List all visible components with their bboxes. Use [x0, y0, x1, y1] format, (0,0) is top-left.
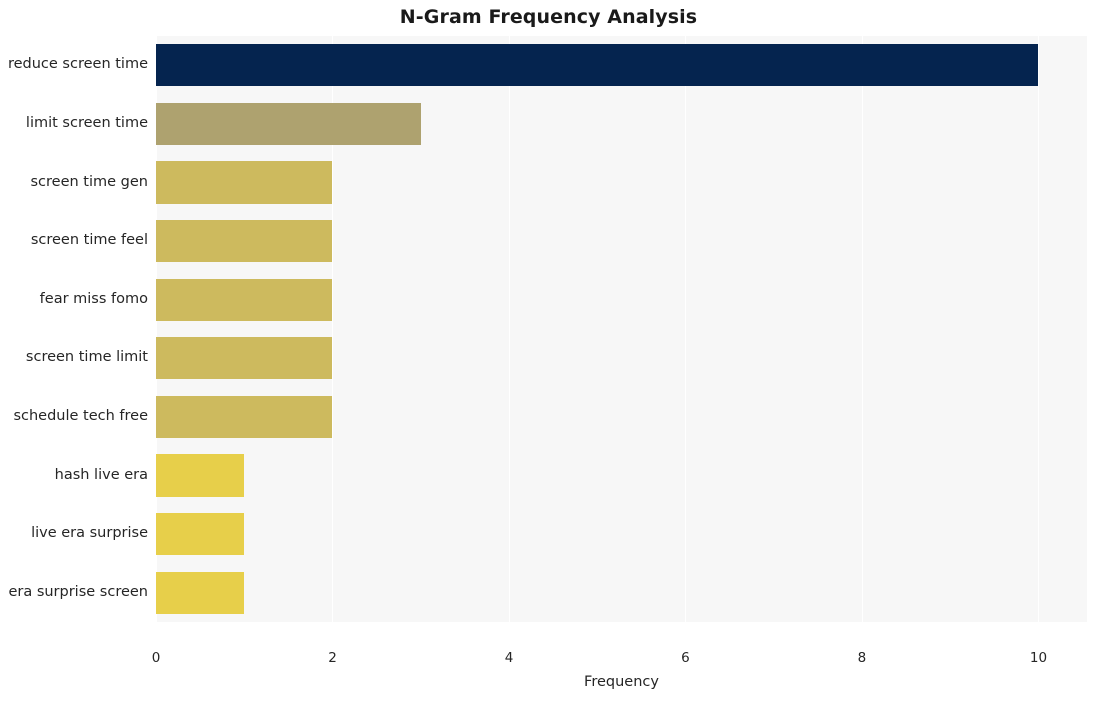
y-axis-tick-label: reduce screen time: [7, 56, 148, 73]
y-axis-tick-label: hash live era: [54, 466, 148, 483]
bar-row: [156, 513, 1087, 556]
bar-row: [156, 220, 1087, 263]
bar-row: [156, 337, 1087, 380]
chart-title: N-Gram Frequency Analysis: [399, 6, 698, 28]
y-axis-tick-label: screen time feel: [30, 232, 148, 249]
y-axis-tick-label: screen time gen: [30, 173, 149, 190]
bar-row: [156, 571, 1087, 614]
bar: [156, 454, 245, 497]
y-axis-tick-label: limit screen time: [25, 114, 148, 131]
bar: [156, 395, 333, 438]
bar-row: [156, 44, 1087, 87]
bar-row: [156, 454, 1087, 497]
y-axis-tick-label: fear miss fomo: [39, 290, 148, 307]
bar: [156, 161, 333, 204]
bar-row: [156, 102, 1087, 145]
bar: [156, 102, 421, 145]
bar: [156, 220, 333, 263]
ngram-frequency-chart: N-Gram Frequency Analysis reduce screen …: [0, 0, 1097, 701]
bar: [156, 44, 1039, 87]
bar: [156, 571, 245, 614]
bar: [156, 337, 333, 380]
x-axis-tick-label: 4: [504, 650, 514, 666]
plot-area: [156, 36, 1087, 622]
y-axis-tick-label: era surprise screen: [8, 583, 148, 600]
bar: [156, 278, 333, 321]
x-axis-tick-label: 8: [857, 650, 867, 666]
bar-row: [156, 395, 1087, 438]
y-axis-tick-label: live era surprise: [31, 525, 148, 542]
x-axis-tick-label: 2: [328, 650, 337, 666]
x-axis-title: Frequency: [584, 674, 659, 690]
y-axis-tick-label: schedule tech free: [13, 407, 148, 424]
y-axis-tick-label: screen time limit: [25, 349, 148, 366]
x-axis-tick-label: 10: [1029, 650, 1048, 666]
bar: [156, 513, 245, 556]
x-axis-tick-label: 6: [681, 650, 690, 666]
bar-row: [156, 161, 1087, 204]
x-axis-tick-label: 0: [151, 650, 161, 666]
bar-row: [156, 278, 1087, 321]
